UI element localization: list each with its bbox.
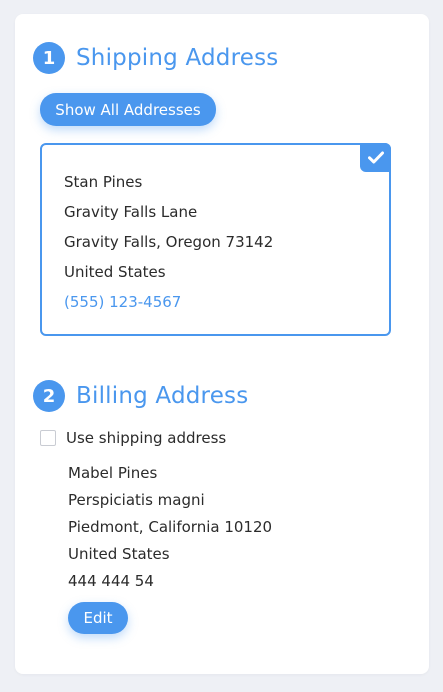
shipping-step-number: 1: [33, 42, 65, 74]
billing-street: Perspiciatis magni: [68, 491, 205, 509]
use-shipping-address-label[interactable]: Use shipping address: [66, 429, 226, 447]
selected-shipping-address-card[interactable]: Stan Pines Gravity Falls Lane Gravity Fa…: [40, 143, 391, 336]
shipping-header: 1 Shipping Address: [33, 42, 278, 74]
checkout-card: 1 Shipping Address Show All Addresses St…: [15, 14, 429, 674]
shipping-name: Stan Pines: [64, 173, 143, 191]
shipping-title: Shipping Address: [76, 45, 279, 71]
billing-header: 2 Billing Address: [33, 380, 248, 412]
billing-country: United States: [68, 545, 170, 563]
billing-city-line: Piedmont, California 10120: [68, 518, 273, 536]
shipping-street: Gravity Falls Lane: [64, 203, 198, 221]
billing-step-number: 2: [33, 380, 65, 412]
show-all-addresses-button[interactable]: Show All Addresses: [40, 93, 216, 126]
use-shipping-address-checkbox[interactable]: [40, 430, 56, 446]
shipping-country: United States: [64, 263, 166, 281]
use-shipping-address-row[interactable]: Use shipping address: [40, 429, 226, 447]
billing-name: Mabel Pines: [68, 464, 158, 482]
billing-phone: 444 444 54: [68, 572, 154, 590]
shipping-city-line: Gravity Falls, Oregon 73142: [64, 233, 274, 251]
edit-billing-button[interactable]: Edit: [68, 602, 128, 634]
selected-check-icon: [360, 143, 391, 172]
billing-title: Billing Address: [76, 383, 249, 409]
shipping-phone: (555) 123-4567: [64, 293, 182, 311]
